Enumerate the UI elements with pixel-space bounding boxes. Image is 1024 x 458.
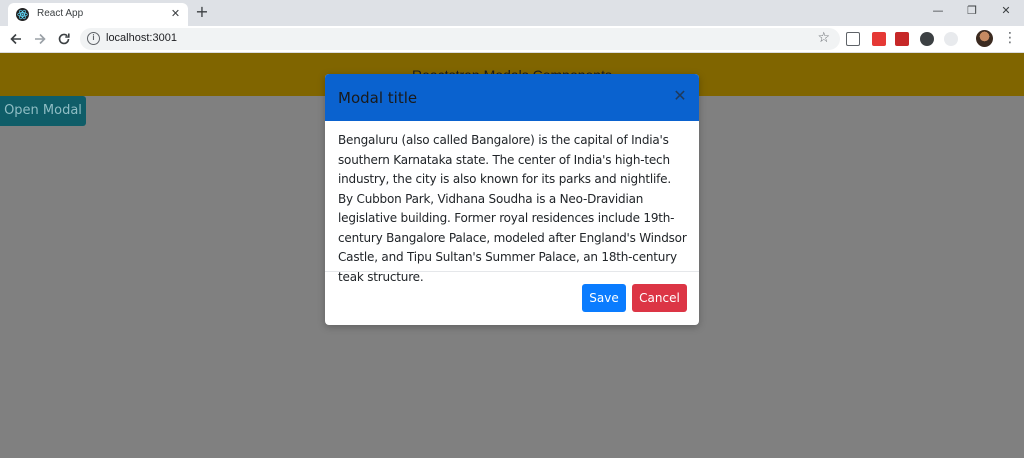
menu-dots-icon[interactable]: ⋮ — [1003, 30, 1017, 46]
cancel-button[interactable]: Cancel — [632, 284, 687, 312]
profile-avatar[interactable] — [976, 30, 993, 47]
ghost-extension-icon[interactable] — [944, 32, 958, 46]
window-close-icon[interactable]: ✕ — [996, 3, 1016, 19]
modal-footer-divider — [325, 271, 699, 272]
new-tab-icon[interactable]: + — [194, 4, 210, 20]
address-bar[interactable]: i localhost:3001 ☆ — [80, 28, 840, 50]
save-button[interactable]: Save — [582, 284, 626, 312]
browser-tab[interactable]: React App ✕ — [8, 3, 188, 26]
star-icon[interactable]: ☆ — [817, 30, 830, 46]
react-favicon-icon — [16, 8, 29, 21]
dark-mode-extension-icon[interactable] — [920, 32, 934, 46]
browser-toolbar: i localhost:3001 ☆ ⋮ — [0, 26, 1024, 53]
screenshot-extension-icon[interactable] — [846, 32, 860, 46]
minimize-icon[interactable]: — — [928, 3, 948, 19]
modal-body-text: Bengaluru (also called Bangalore) is the… — [338, 133, 687, 284]
open-modal-button[interactable]: Open Modal — [0, 96, 86, 126]
red-extension-icon[interactable] — [895, 32, 909, 46]
forward-arrow-icon[interactable] — [32, 31, 48, 47]
modal-header: Modal title ✕ — [325, 74, 699, 121]
tab-title: React App — [37, 8, 84, 19]
restore-icon[interactable]: ❐ — [962, 3, 982, 19]
modal-title: Modal title — [338, 89, 418, 107]
reload-icon[interactable] — [56, 31, 72, 47]
close-icon[interactable]: ✕ — [673, 87, 687, 105]
back-arrow-icon[interactable] — [8, 31, 24, 47]
url-text[interactable]: localhost:3001 — [106, 32, 177, 44]
tab-strip: React App ✕ + — ❐ ✕ — [0, 0, 1024, 26]
info-icon[interactable]: i — [87, 32, 100, 45]
pocket-extension-icon[interactable] — [872, 32, 886, 46]
tab-close-icon[interactable]: ✕ — [169, 8, 182, 20]
modal-dialog: Modal title ✕ Bengaluru (also called Ban… — [325, 74, 699, 325]
